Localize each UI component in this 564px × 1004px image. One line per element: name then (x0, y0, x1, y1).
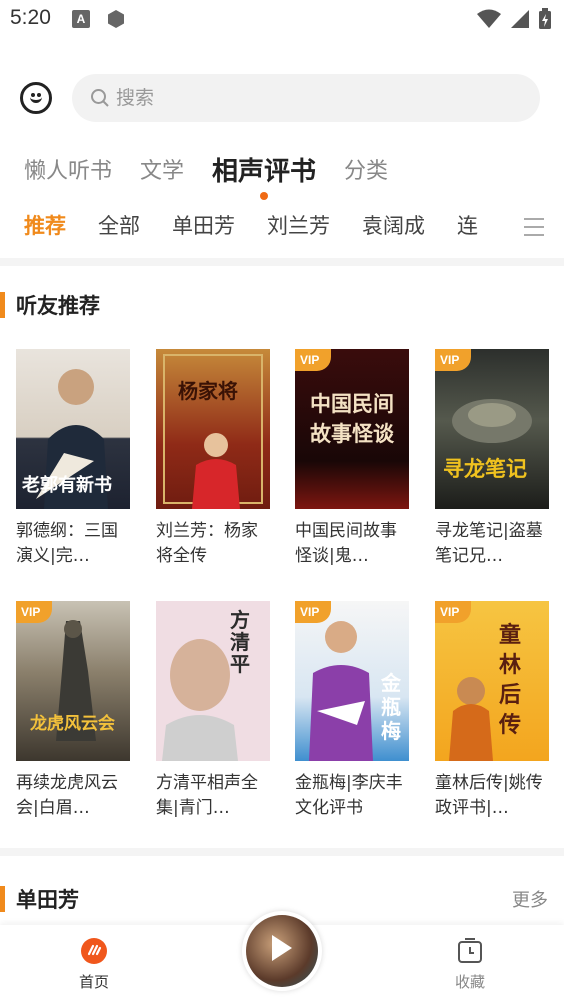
wifi-icon (477, 9, 501, 28)
home-icon (81, 938, 107, 964)
category-tabs: 懒人听书 文学 相声评书 分类 (24, 150, 388, 200)
book-cover: 老郭有新书 (16, 349, 130, 509)
subtab-yuan-kuocheng[interactable]: 袁阔成 (362, 206, 425, 258)
vip-badge: VIP (435, 349, 471, 371)
book-cover: 童林后传 VIP (435, 601, 549, 761)
battery-icon (539, 8, 551, 29)
subtab-liu-lanfang[interactable]: 刘兰芳 (267, 206, 330, 258)
book-title: 寻龙笔记|盗墓笔记兄… (435, 521, 543, 566)
book-card[interactable]: 方清平 方清平相声全集|青门… (156, 601, 270, 821)
book-title: 方清平相声全集|青门… (156, 773, 258, 818)
tab-categories[interactable]: 分类 (344, 154, 388, 190)
search-icon (90, 88, 110, 108)
search-box[interactable] (72, 74, 540, 122)
subtab-shan-tianfang[interactable]: 单田芳 (172, 206, 235, 258)
book-cover: 杨家将 (156, 349, 270, 509)
vip-badge: VIP (295, 601, 331, 623)
favorites-clock-icon (458, 938, 482, 963)
nav-home[interactable]: 首页 (54, 937, 134, 992)
tab-lazy-audiobooks[interactable]: 懒人听书 (24, 154, 112, 190)
hexagon-icon (108, 10, 124, 28)
keyboard-a-icon: A (72, 10, 90, 28)
book-cover: 金瓶梅 VIP (295, 601, 409, 761)
book-title: 郭德纲：三国演义|完… (16, 521, 118, 566)
nav-favorites-label: 收藏 (454, 973, 485, 991)
section-accent-bar (0, 886, 5, 912)
cover-title-text: 杨家将 (178, 379, 238, 403)
book-title: 刘兰芳：杨家将全传 (156, 521, 258, 566)
section-title: 听友推荐 (16, 294, 100, 318)
book-title: 金瓶梅|李庆丰文化评书 (295, 773, 403, 818)
book-cover: 方清平 (156, 601, 270, 761)
book-cover: 中国民间故事怪谈 VIP (295, 349, 409, 509)
tab-crosstalk-storytelling[interactable]: 相声评书 (212, 154, 316, 200)
vip-badge: VIP (435, 601, 471, 623)
book-card[interactable]: 龙虎风云会 VIP 再续龙虎风云会|白眉… (16, 601, 130, 821)
cover-title-text: 老郭有新书 (22, 475, 112, 496)
book-card[interactable]: 中国民间故事怪谈 VIP 中国民间故事怪谈|鬼… (295, 349, 409, 569)
signal-icon (511, 10, 529, 28)
cover-title-text: 寻龙笔记 (443, 457, 527, 481)
book-card[interactable]: 寻龙笔记 VIP 寻龙笔记|盗墓笔记兄… (435, 349, 549, 569)
tab-literature[interactable]: 文学 (140, 154, 184, 190)
profile-avatar-icon[interactable] (20, 82, 52, 114)
play-icon (272, 935, 292, 961)
book-card[interactable]: 童林后传 VIP 童林后传|姚传政评书|… (435, 601, 549, 821)
nav-favorites[interactable]: 收藏 (430, 937, 510, 992)
subtab-all[interactable]: 全部 (98, 206, 140, 258)
divider (0, 258, 564, 266)
book-cover: 龙虎风云会 VIP (16, 601, 130, 761)
nav-home-label: 首页 (78, 973, 109, 991)
book-cover: 寻龙笔记 VIP (435, 349, 549, 509)
book-title: 童林后传|姚传政评书|… (435, 773, 543, 818)
vip-badge: VIP (16, 601, 52, 623)
status-right (476, 8, 552, 30)
more-link[interactable]: 更多 (512, 886, 548, 912)
sub-tabs: 推荐 全部 单田芳 刘兰芳 袁阔成 连 (24, 206, 514, 258)
vip-badge: VIP (295, 349, 331, 371)
search-input[interactable] (116, 87, 516, 109)
section-title: 单田芳 (16, 888, 79, 912)
play-button[interactable] (242, 911, 322, 991)
cover-title-text: 中国民间故事怪谈 (310, 392, 394, 446)
status-bar: 5:20 A (0, 0, 564, 40)
cover-title-text: 方清平 (230, 608, 250, 676)
book-card[interactable]: 杨家将 刘兰芳：杨家将全传 (156, 349, 270, 569)
menu-icon[interactable] (524, 218, 544, 236)
cover-title-text: 童林后传 (499, 623, 522, 738)
book-card[interactable]: 老郭有新书 郭德纲：三国演义|完… (16, 349, 130, 569)
cover-title-text: 龙虎风云会 (30, 714, 115, 734)
divider (0, 848, 564, 856)
status-time: 5:20 (10, 6, 51, 29)
book-title: 中国民间故事怪谈|鬼… (295, 521, 397, 566)
book-card[interactable]: 金瓶梅 VIP 金瓶梅|李庆丰文化评书 (295, 601, 409, 821)
tab-fade (474, 206, 514, 250)
book-title: 再续龙虎风云会|白眉… (16, 773, 118, 818)
section-accent-bar (0, 292, 5, 318)
bottom-nav: 首页 收藏 (0, 911, 564, 1004)
subtab-recommended[interactable]: 推荐 (24, 206, 66, 258)
cover-title-text: 金瓶梅 (381, 671, 401, 743)
